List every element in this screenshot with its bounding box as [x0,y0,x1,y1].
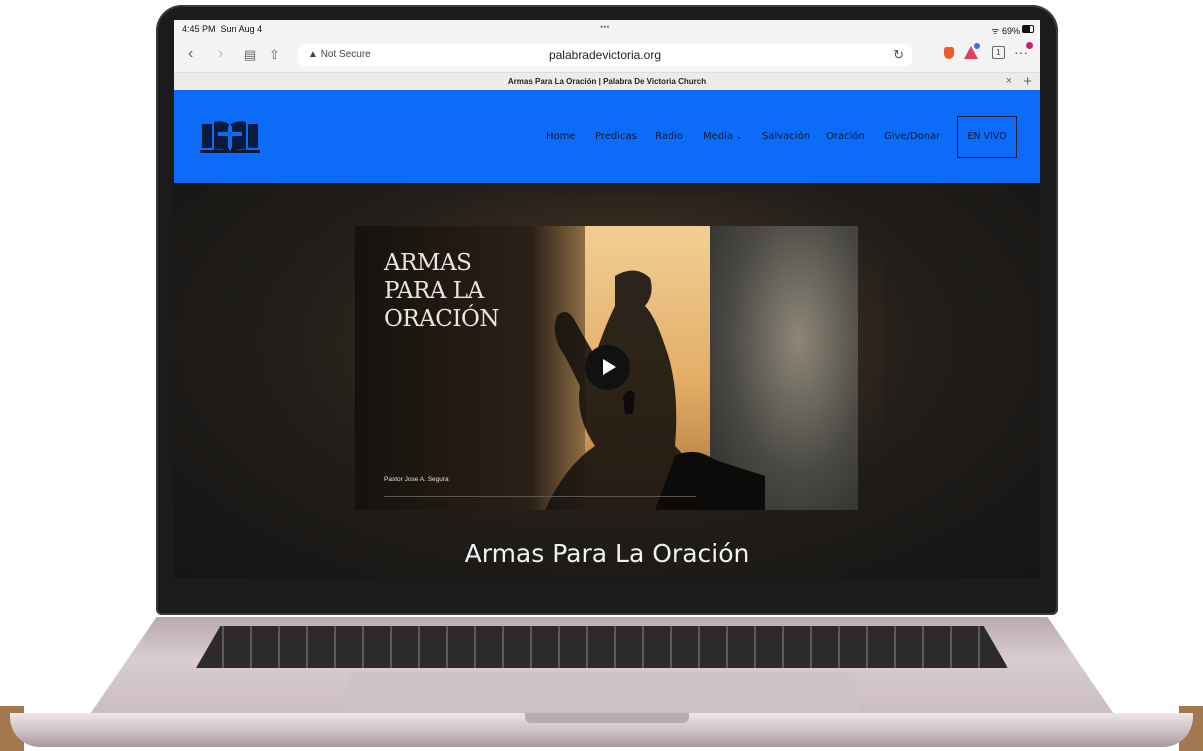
battery-icon [1022,25,1034,33]
video-title-line: ARMAS [384,250,472,276]
tab-strip: Armas Para La Oración | Palabra De Victo… [174,72,1040,91]
rewards-badge [974,43,980,49]
multitasking-dots[interactable]: ••• [600,22,609,32]
browser-toolbar: ‹ › ▤ ⇧ ▲ Not Secure palabradevictoria.o… [174,38,1040,72]
status-date: Sun Aug 4 [220,24,263,34]
battery-percent: 69% [1001,26,1020,36]
browser-screen: 4:45 PM Sun Aug 4 ••• ᯤ 69% ‹ › ▤ ⇧ ▲ No… [174,20,1040,578]
en-vivo-button[interactable]: EN VIVO [957,116,1017,158]
video-player[interactable]: ARMAS PARA LA ORACIÓN Pastor Jose A. Seg… [355,226,858,510]
url-text[interactable]: palabradevictoria.org [298,48,912,62]
notification-dot [1026,42,1033,49]
status-time: 4:45 PM [182,24,216,34]
laptop-lid-notch [525,713,689,723]
chevron-down-icon[interactable]: ⌄ [736,132,743,141]
nav-oracion[interactable]: Oración [826,131,865,142]
share-icon[interactable]: ⇧ [269,47,280,63]
tab-count-button[interactable]: 1 [992,46,1005,59]
bookmarks-icon[interactable]: ▤ [244,47,256,63]
pastor-name: Pastor Jose A. Segura [384,476,449,483]
page-title: Armas Para La Oración [464,539,750,568]
video-title: ARMAS PARA LA ORACIÓN [384,249,499,333]
site-header: Home Predicas Radio Media ⌄ Salvación Or… [174,90,1040,183]
nav-radio[interactable]: Radio [655,131,683,142]
open-bible-cross-icon[interactable] [200,118,260,154]
hero-section: ARMAS PARA LA ORACIÓN Pastor Jose A. Seg… [174,183,1040,578]
brave-shield-icon[interactable] [944,47,954,59]
nav-give-donar[interactable]: Give/Donar [884,131,940,142]
laptop-keyboard [196,626,1008,668]
praying-silhouette-image [545,270,765,510]
back-icon[interactable]: ‹ [188,45,193,63]
play-icon [603,359,616,375]
tab-title[interactable]: Armas Para La Oración | Palabra De Victo… [174,77,1040,86]
video-progress-bar[interactable] [384,496,696,497]
status-bar: 4:45 PM Sun Aug 4 ••• ᯤ 69% [174,20,1040,38]
wifi-icon: ᯤ [991,26,1000,36]
video-title-line: ORACIÓN [384,306,499,332]
nav-salvacion[interactable]: Salvación [762,131,810,142]
nav-predicas[interactable]: Predicas [595,131,637,142]
nav-media[interactable]: Media [703,131,733,142]
forward-icon[interactable]: › [218,45,223,63]
address-bar[interactable]: ▲ Not Secure palabradevictoria.org ↻ [298,44,912,66]
nav-home[interactable]: Home [546,131,576,142]
new-tab-icon[interactable]: + [1023,73,1032,90]
play-button[interactable] [585,345,630,390]
reload-icon[interactable]: ↻ [893,47,904,63]
video-title-line: PARA LA [384,278,484,304]
close-tab-icon[interactable]: × [1006,75,1012,87]
laptop-trackpad [344,672,860,712]
